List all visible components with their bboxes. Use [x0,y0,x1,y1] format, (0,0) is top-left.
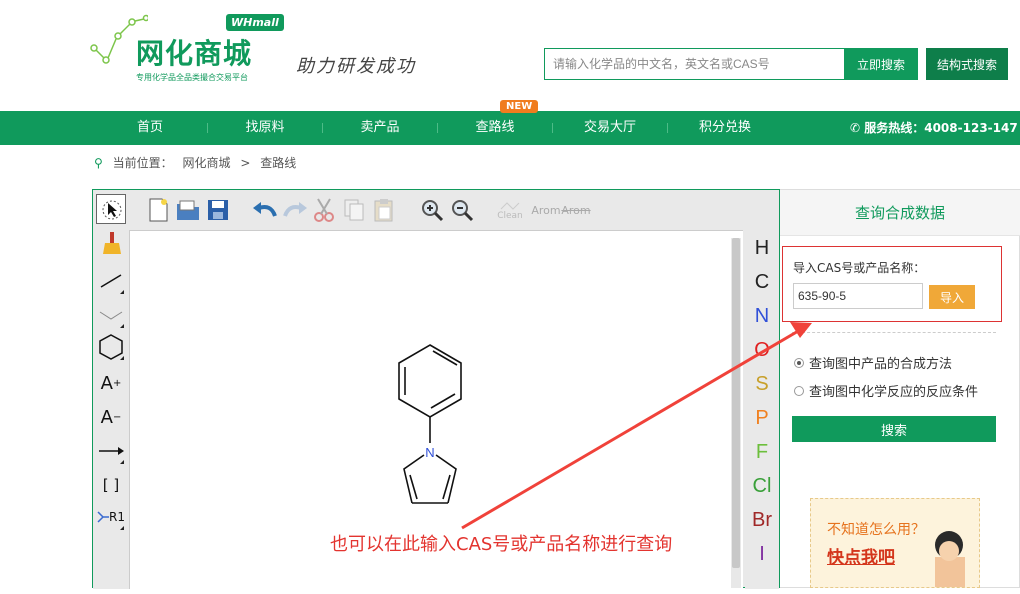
nav-home[interactable]: 首页 [100,111,200,145]
help-question: 不知道怎么用？ [827,522,925,538]
logo-badge: WHmall [226,14,284,31]
new-document-icon[interactable] [145,196,171,224]
atom-button-n[interactable]: N [747,300,777,332]
benzene-ring-icon[interactable] [96,332,126,362]
save-icon[interactable] [205,196,231,224]
atom-button-cl[interactable]: Cl [747,470,777,502]
charge-minus-icon[interactable]: A − [96,402,126,432]
atom-button-br[interactable]: Br [747,504,777,536]
search-input[interactable]: 请输入化学品的中文名，英文名或CAS号 [544,48,844,80]
scroll-thumb[interactable] [732,238,740,568]
phenyl-ring [398,344,462,418]
canvas-scrollbar[interactable] [731,238,741,588]
thinking-person-icon [935,531,965,587]
clean-label: Clean [497,211,523,221]
arrow-icon[interactable] [96,436,126,466]
slogan: 助力研发成功 [296,56,416,77]
nav-sell-products[interactable]: 卖产品 [330,111,430,145]
import-box: 导入CAS号或产品名称： 635-90-5 导入 [782,246,1002,322]
breadcrumb-separator: > [240,156,251,170]
select-tool-icon[interactable] [96,194,126,224]
help-link[interactable]: 快点我吧 [827,543,895,568]
atom-palette: H C N O S P F Cl Br I [745,230,779,589]
rgroup-icon[interactable]: R1 [96,502,126,532]
panel-search-button[interactable]: 搜索 [792,416,996,442]
left-toolbar: A + A − [ ] R1 [93,190,129,589]
atom-button-i[interactable]: I [747,538,777,570]
atom-button-f[interactable]: F [747,436,777,468]
nav-find-materials[interactable]: 找原料 [215,111,315,145]
cut-icon[interactable] [311,196,337,224]
location-pin-icon: ⚲ [94,156,103,170]
breadcrumb-item-current: 查路线 [260,156,297,170]
chain-icon[interactable] [96,300,126,330]
option-synthesis-label: 查询图中产品的合成方法 [809,357,953,372]
option-reaction-label: 查询图中化学反应的反应条件 [809,385,979,400]
open-folder-icon[interactable] [175,196,201,224]
new-badge: NEW [500,100,539,113]
nav-trading-hall[interactable]: 交易大厅 [560,111,660,145]
help-banner[interactable]: 不知道怎么用？ 快点我吧 [810,498,980,588]
panel-title: 查询合成数据 [780,190,1020,236]
charge-minus-label: A [100,406,113,428]
arom-button[interactable]: Arom [531,196,561,224]
nav-points-exchange[interactable]: 积分兑换 [675,111,775,145]
logo-subtitle: 专用化学品全品类撮合交易平台 [136,73,248,82]
atom-button-o[interactable]: O [747,334,777,366]
nitrogen-atom[interactable]: N [425,445,434,460]
divider [792,332,996,333]
cas-input[interactable]: 635-90-5 [793,283,923,309]
zoom-in-icon[interactable] [419,196,445,224]
hotline-text: 服务热线：4008-123-147 [864,121,1018,135]
phone-icon: ✆ [850,121,865,135]
hotline: ✆ 服务热线：4008-123-147 [850,111,1018,145]
atom-button-p[interactable]: P [747,402,777,434]
brackets-icon[interactable]: [ ] [96,470,126,500]
zoom-out-icon[interactable] [449,196,475,224]
option-synthesis-method[interactable]: 查询图中产品的合成方法 [794,353,952,372]
charge-plus-label: A [100,372,113,394]
breadcrumb-item-home[interactable]: 网化商城 [182,156,230,170]
annotation-text: 也可以在此输入CAS号或产品名称进行查询 [330,534,673,555]
paste-icon[interactable] [371,196,397,224]
structure-search-button[interactable]: 结构式搜索 [926,48,1008,80]
search-button[interactable]: 立即搜索 [844,48,918,80]
import-label: 导入CAS号或产品名称： [793,261,926,275]
rgroup-label: R1 [109,510,125,524]
structure-editor: A + A − [ ] R1 Clean Arom Arom N H C N O… [92,189,780,589]
radio-unselected-icon[interactable] [794,385,804,396]
import-button[interactable]: 导入 [929,285,975,309]
site-logo[interactable]: 网化商城 WHmall 专用化学品全品类撮合交易平台 [88,12,288,84]
undo-icon[interactable] [251,196,277,224]
atom-button-s[interactable]: S [747,368,777,400]
option-reaction-conditions[interactable]: 查询图中化学反应的反应条件 [794,381,978,400]
atom-button-c[interactable]: C [747,266,777,298]
top-toolbar: Clean Arom Arom [129,190,779,230]
eraser-broom-icon[interactable] [96,228,126,258]
breadcrumb: ⚲ 当前位置： 网化商城 > 查路线 [94,154,302,171]
charge-plus-icon[interactable]: A + [96,368,126,398]
radio-selected-icon[interactable] [794,357,804,368]
synthesis-query-panel: 查询合成数据 导入CAS号或产品名称： 635-90-5 导入 查询图中产品的合… [780,189,1020,588]
clean-button[interactable]: Clean [495,196,525,224]
copy-icon[interactable] [341,196,367,224]
nav-route-search[interactable]: 查路线 [445,111,545,145]
logo-name: 网化商城 [136,37,253,70]
atom-button-h[interactable]: H [747,232,777,264]
breadcrumb-prefix: 当前位置： [112,156,173,170]
dearom-button[interactable]: Arom [561,196,591,224]
single-bond-icon[interactable] [96,266,126,296]
redo-icon[interactable] [281,196,307,224]
